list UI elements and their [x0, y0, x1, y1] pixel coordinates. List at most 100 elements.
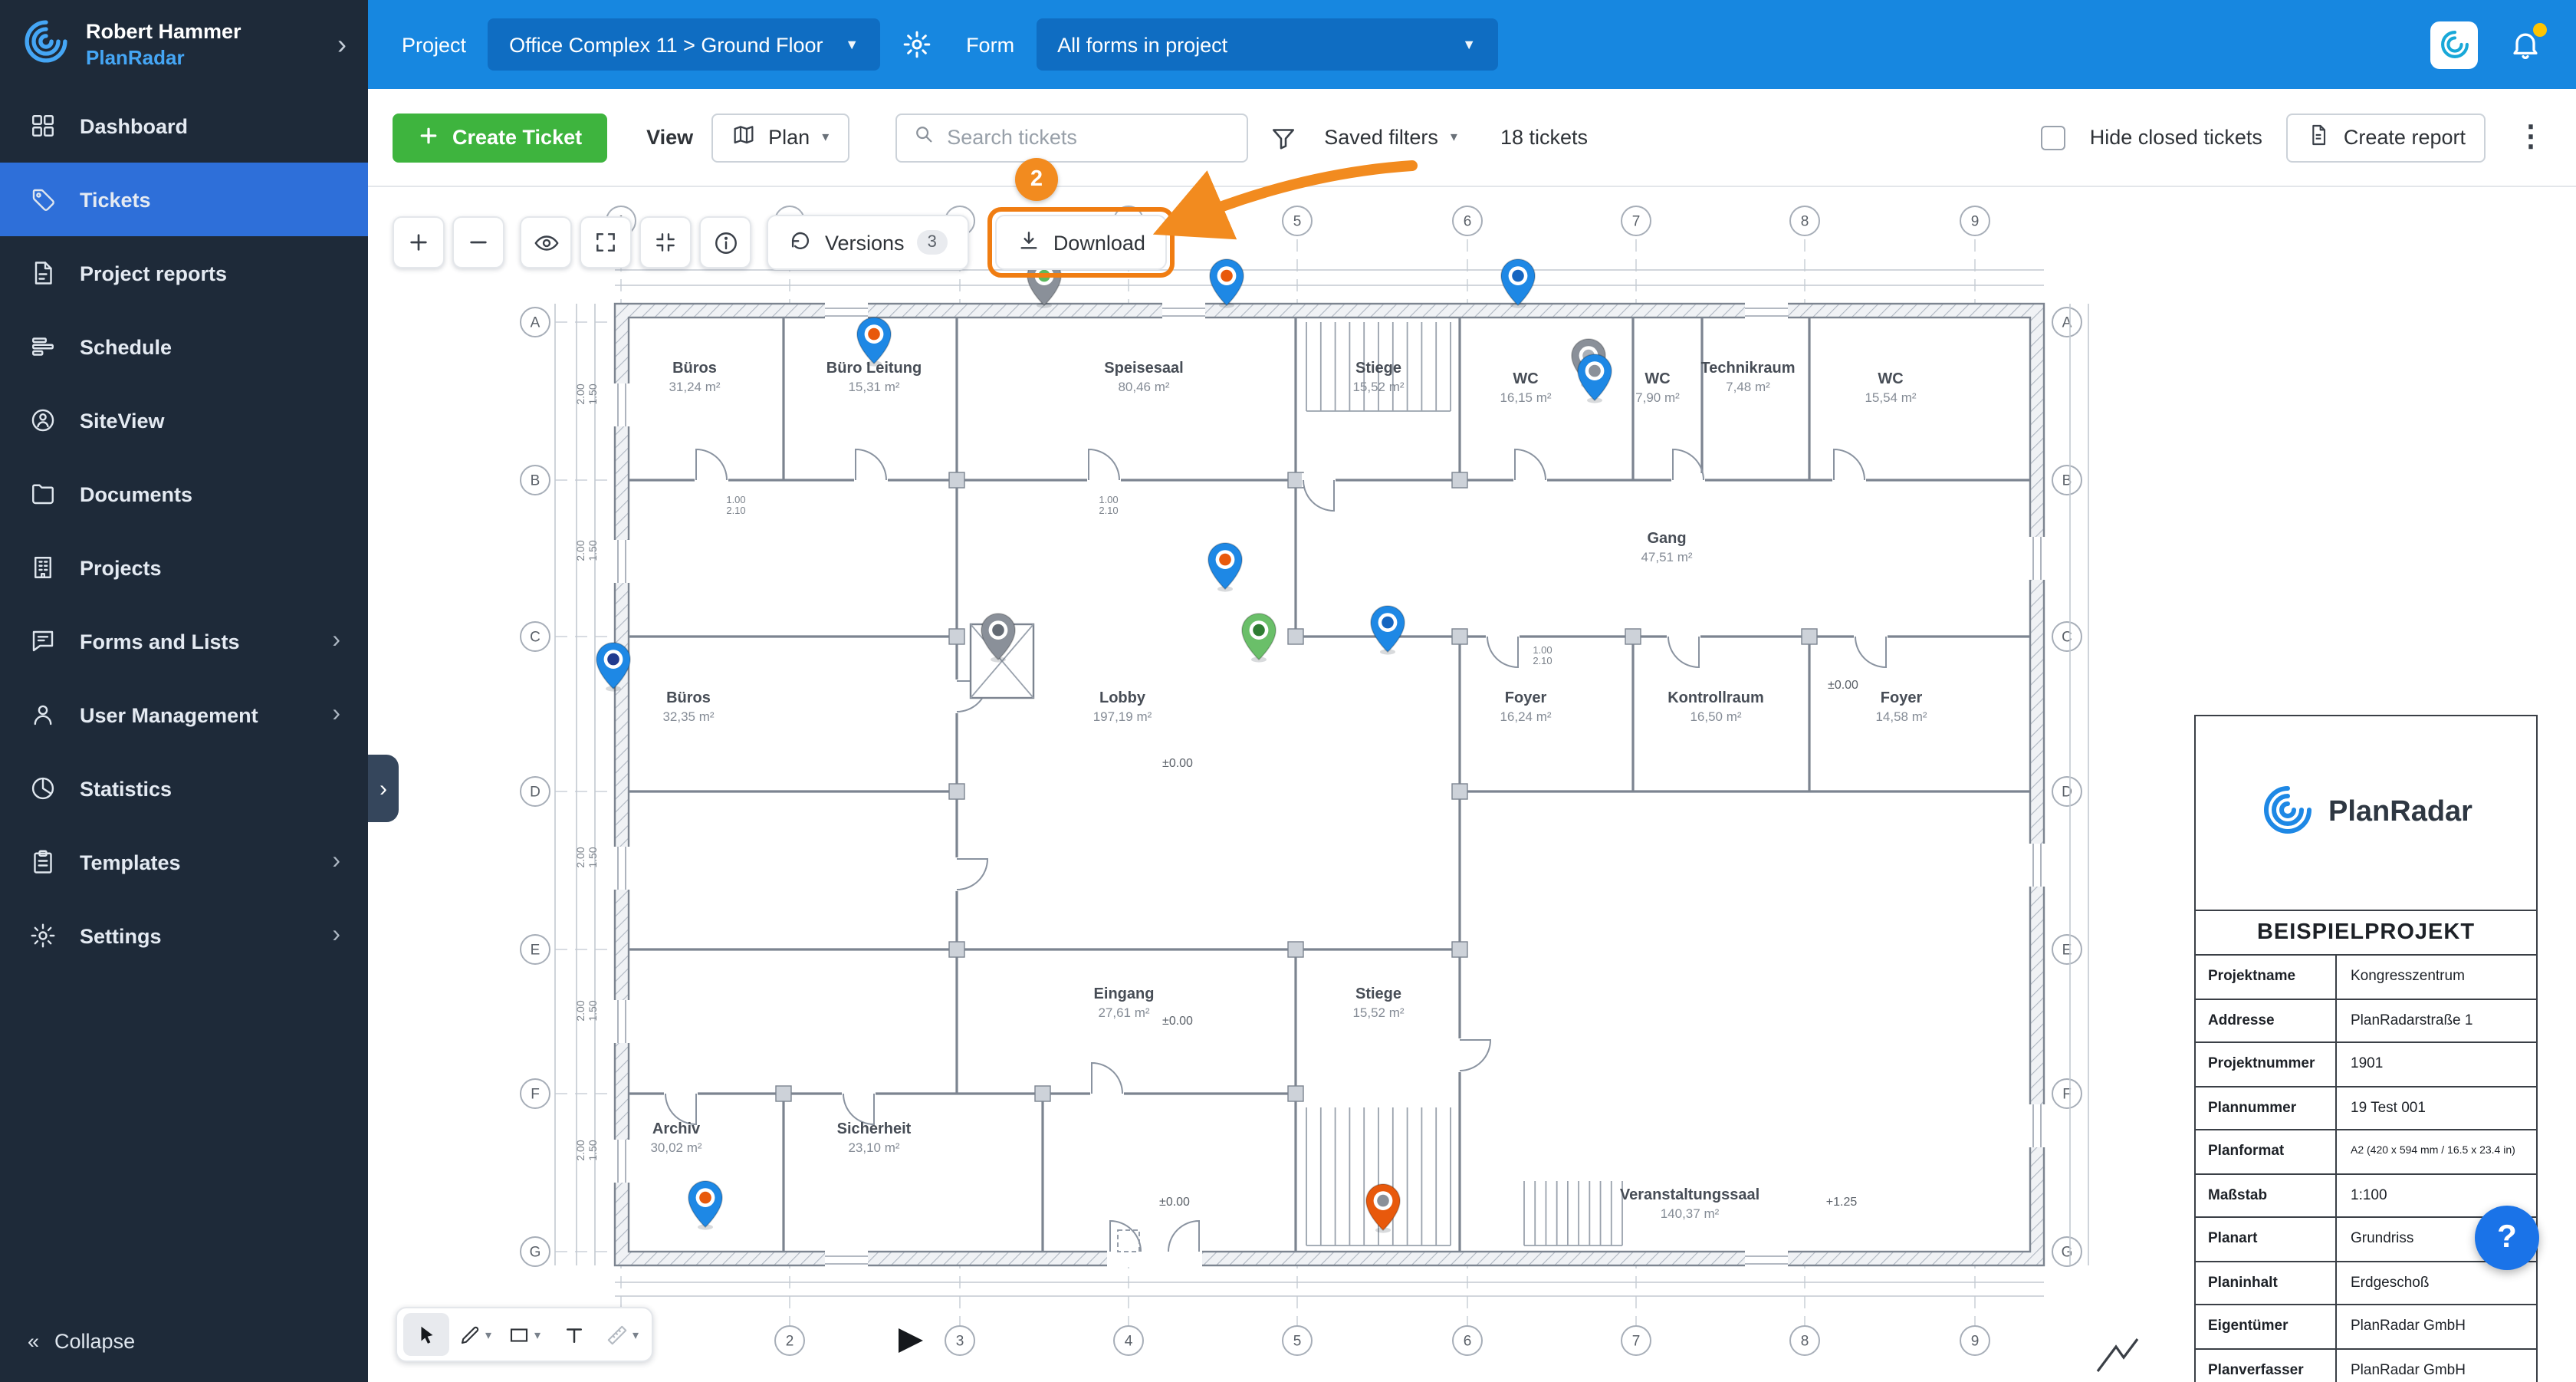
grid-bubble: 8 [1789, 1325, 1820, 1356]
annotation-step-badge: 2 [1015, 158, 1058, 201]
forms-and-lists-icon [28, 626, 58, 656]
pdf-icon [2307, 123, 2331, 152]
sidebar-item-label: Tickets [80, 188, 151, 211]
collapse-button[interactable]: « Collapse [0, 1299, 368, 1382]
sidebar-item-statistics[interactable]: Statistics [0, 752, 368, 825]
project-settings-gear-icon[interactable] [902, 29, 932, 60]
sidebar-item-schedule[interactable]: Schedule [0, 310, 368, 383]
versions-button[interactable]: Versions 3 [767, 215, 969, 270]
dimension-label: 2.00 [574, 540, 586, 561]
dimension-label: 1.00 [1533, 644, 1552, 656]
title-block-row-label: Planart [2196, 1218, 2337, 1260]
visibility-eye-button[interactable] [520, 216, 572, 268]
title-block-row-label: Plannummer [2196, 1087, 2337, 1129]
dimension-label: 2.10 [1099, 505, 1118, 516]
form-label: Form [966, 33, 1015, 56]
grid-bubble: 5 [1282, 206, 1313, 236]
sidebar-item-label: SiteView [80, 409, 165, 432]
project-selector[interactable]: Office Complex 11 > Ground Floor ▼ [488, 18, 881, 71]
select-tool-button[interactable] [403, 1313, 449, 1356]
svg-text:3: 3 [956, 1333, 964, 1349]
zoom-out-button[interactable] [452, 216, 504, 268]
svg-text:80,46 m²: 80,46 m² [1118, 380, 1169, 394]
chevron-down-icon: ▾ [822, 129, 830, 144]
measure-tool-button[interactable]: ▾ [600, 1313, 646, 1356]
svg-text:9: 9 [1971, 213, 1980, 229]
svg-text:Gang: Gang [1647, 530, 1686, 547]
grid-bubble: 5 [1282, 1325, 1313, 1356]
title-block-row: Projektnummer 1901 [2196, 1043, 2536, 1087]
download-label: Download [1053, 231, 1145, 254]
download-button[interactable]: Download [994, 215, 1167, 270]
svg-text:WC: WC [1644, 370, 1670, 387]
sidebar-item-siteview[interactable]: SiteView [0, 383, 368, 457]
svg-text:Büros: Büros [672, 360, 717, 377]
sidebar-item-projects[interactable]: Projects [0, 531, 368, 604]
sidebar-item-project-reports[interactable]: Project reports [0, 236, 368, 310]
svg-text:Technikraum: Technikraum [1701, 360, 1796, 377]
tickets-icon [28, 184, 58, 215]
zoom-in-button[interactable] [393, 216, 445, 268]
saved-filters-button[interactable]: Saved filters ▾ [1306, 113, 1476, 162]
dimension-label: 1.50 [586, 847, 599, 867]
search-input[interactable] [947, 126, 1231, 149]
svg-text:Kontrollraum: Kontrollraum [1668, 689, 1764, 706]
hide-closed-checkbox[interactable] [2040, 125, 2065, 150]
sidebar-item-tickets[interactable]: Tickets [0, 163, 368, 236]
notifications-bell-icon[interactable] [2509, 23, 2547, 61]
svg-text:Sicherheit: Sicherheit [837, 1120, 912, 1137]
sidebar-item-user-management[interactable]: User Management › [0, 678, 368, 752]
level-mark: ±0.00 [1162, 757, 1193, 770]
title-block-row-label: Planformat [2196, 1130, 2337, 1173]
sidebar-item-settings[interactable]: Settings › [0, 899, 368, 972]
shape-tool-button[interactable]: ▾ [501, 1313, 547, 1356]
svg-text:F: F [531, 1086, 540, 1102]
svg-text:Foyer: Foyer [1505, 689, 1547, 706]
sidebar-expand-icon[interactable]: › [337, 28, 347, 61]
create-report-button[interactable]: Create report [2286, 113, 2486, 162]
plan-viewer: 112233445566778899AABBCCDDEEFFGG [368, 187, 2576, 1382]
title-block-row-label: Projektnummer [2196, 1043, 2337, 1085]
sidebar-item-dashboard[interactable]: Dashboard [0, 89, 368, 163]
svg-text:16,50 m²: 16,50 m² [1690, 709, 1741, 724]
sidebar-item-label: Forms and Lists [80, 630, 240, 653]
settings-icon [28, 920, 58, 951]
svg-text:Lobby: Lobby [1099, 689, 1146, 706]
sidebar-item-forms-and-lists[interactable]: Forms and Lists › [0, 604, 368, 678]
svg-text:2: 2 [786, 1333, 794, 1349]
svg-text:16,15 m²: 16,15 m² [1500, 390, 1551, 405]
svg-text:47,51 m²: 47,51 m² [1641, 550, 1692, 564]
fit-to-screen-button[interactable] [639, 216, 692, 268]
grid-bubble: 6 [1452, 206, 1483, 236]
plan-app-icon[interactable] [2430, 21, 2478, 68]
fullscreen-button[interactable] [580, 216, 632, 268]
ticket-pin[interactable] [1209, 258, 1244, 308]
title-block-row-value: 1901 [2351, 1055, 2384, 1073]
dimension-label: 2.00 [574, 847, 586, 867]
view-mode-plan-button[interactable]: Plan ▾ [711, 113, 849, 162]
dimension-label: 1.50 [586, 1000, 599, 1021]
sidebar-item-templates[interactable]: Templates › [0, 825, 368, 899]
create-ticket-button[interactable]: Create Ticket [393, 113, 607, 162]
grid-bubble: 7 [1621, 1325, 1651, 1356]
sidebar-item-label: Templates [80, 851, 181, 874]
sidebar-item-documents[interactable]: Documents [0, 457, 368, 531]
grid-bubble: 9 [1960, 1325, 1990, 1356]
more-options-kebab-icon[interactable]: ⋮ [2510, 120, 2551, 155]
title-block-row-label: Projektname [2196, 956, 2337, 998]
expand-panel-handle[interactable]: › [368, 755, 399, 822]
filter-icon[interactable] [1269, 123, 1296, 151]
draw-tool-button[interactable]: ▾ [452, 1313, 498, 1356]
title-block-row: Addresse PlanRadarstraße 1 [2196, 999, 2536, 1043]
form-selector[interactable]: All forms in project ▼ [1036, 18, 1498, 71]
svg-text:D: D [530, 784, 540, 800]
svg-text:E: E [531, 942, 540, 958]
info-button[interactable] [699, 216, 751, 268]
svg-text:7: 7 [1632, 1333, 1641, 1349]
text-tool-button[interactable] [550, 1313, 596, 1356]
ticket-pin[interactable] [1500, 258, 1536, 308]
planradar-logo-icon [21, 16, 71, 73]
title-block-row-value: PlanRadar GmbH [2351, 1318, 2466, 1335]
help-button[interactable]: ? [2475, 1206, 2539, 1270]
svg-text:C: C [530, 629, 540, 645]
